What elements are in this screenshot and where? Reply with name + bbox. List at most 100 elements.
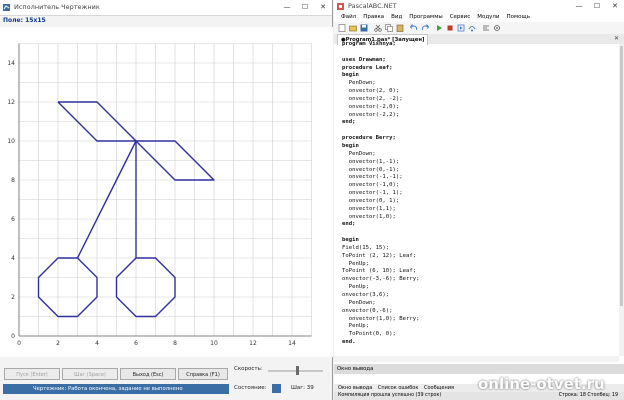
app-icon xyxy=(3,4,10,11)
open-folder-icon[interactable] xyxy=(349,24,357,32)
code-line: onvector(1,0); xyxy=(342,213,396,220)
code-line: onvector(1,-1); xyxy=(342,158,400,165)
x-tick-label: 14 xyxy=(288,340,296,347)
drawman-titlebar: Исполнитель Чертежник — ☐ ✕ xyxy=(0,0,332,16)
code-line: onvector(3,6); xyxy=(342,292,390,298)
watermark: online-otvet.ru xyxy=(478,375,605,393)
new-file-icon[interactable] xyxy=(338,24,346,32)
y-tick-label: 2 xyxy=(11,294,15,301)
code-line: onvector(-2,2); xyxy=(342,111,400,118)
ide-status-bar: Компиляция прошла успешно (39 строк) Стр… xyxy=(334,392,624,400)
code-line: onvector(-1,-1); xyxy=(342,174,403,181)
y-tick-label: 10 xyxy=(7,138,15,145)
redo-icon[interactable] xyxy=(421,24,429,32)
x-tick-label: 0 xyxy=(17,340,21,347)
code-line: onvector(-1,0); xyxy=(342,182,400,189)
step-button[interactable]: Шаг (Space) xyxy=(62,368,118,380)
cursor-position: Строка: 18 Столбец: 19 xyxy=(558,393,618,398)
state-indicator xyxy=(272,384,281,393)
menu-bar: Файл Правка Вид Программы Сервис Модули Помощь xyxy=(334,12,624,22)
code-line: ToPoint (2, 12); Leaf; xyxy=(342,252,417,259)
paste-icon[interactable] xyxy=(396,24,404,32)
code-line: PenUp; xyxy=(342,284,369,291)
menu-edit[interactable]: Правка xyxy=(363,14,384,20)
code-line: ToPoint(0, 0); xyxy=(342,331,396,338)
menu-help[interactable]: Помощь xyxy=(507,14,530,20)
debug-icon[interactable] xyxy=(457,24,465,32)
code-line: PenUp; xyxy=(342,323,369,330)
code-line: PenDown; xyxy=(342,150,376,157)
step-over-icon[interactable] xyxy=(468,24,476,32)
compile-status: Компиляция прошла успешно (39 строк) xyxy=(338,393,442,398)
copy-icon[interactable] xyxy=(385,24,393,32)
state-label: Состояние: xyxy=(234,385,267,391)
x-tick-label: 2 xyxy=(56,340,60,347)
x-tick-label: 6 xyxy=(134,340,138,347)
code-line: PenDown; xyxy=(342,299,376,306)
y-tick-label: 8 xyxy=(11,177,15,184)
undo-icon[interactable] xyxy=(410,24,418,32)
save-icon[interactable] xyxy=(360,24,368,32)
y-tick-label: 4 xyxy=(11,255,15,262)
ide-title: PascalABC.NET xyxy=(348,2,397,10)
code-line: procedure Berry; xyxy=(342,135,396,142)
code-line: begin xyxy=(342,142,359,149)
code-editor[interactable]: program Vishnya; uses Drawman; procedure … xyxy=(342,41,419,347)
menu-service[interactable]: Сервис xyxy=(450,14,471,20)
drawman-path-5 xyxy=(115,257,176,318)
settings-icon[interactable] xyxy=(493,24,501,32)
pascal-icon xyxy=(337,3,344,10)
code-line: onvector(0,-6); xyxy=(342,307,393,314)
minimize-button[interactable]: — xyxy=(278,0,296,15)
maximize-button[interactable]: ☐ xyxy=(296,0,314,15)
tab-errors[interactable]: Список ошибок xyxy=(378,385,418,391)
code-line: onvector(2, -2); xyxy=(342,95,403,102)
code-line: onvector(0, 1); xyxy=(342,197,400,204)
window-title: Исполнитель Чертежник xyxy=(14,3,100,11)
code-line: Field(15, 15); xyxy=(342,244,390,251)
y-tick-label: 14 xyxy=(7,60,15,67)
drawing-canvas: 0 2 4 6 8 10 12 14 0 2 4 6 8 10 12 14 xyxy=(0,27,333,357)
ide-minimize-button[interactable]: — xyxy=(570,0,588,12)
output-window-title: Окно вывода xyxy=(334,364,624,374)
tab-output[interactable]: Окно вывода xyxy=(338,385,372,391)
start-button[interactable]: Пуск (Enter) xyxy=(4,368,60,380)
menu-view[interactable]: Вид xyxy=(391,14,402,20)
close-button[interactable]: ✕ xyxy=(314,0,332,15)
exit-button[interactable]: Выход (Esc) xyxy=(120,368,176,380)
ide-maximize-button[interactable]: ☐ xyxy=(588,0,606,12)
x-tick-label: 12 xyxy=(249,340,257,347)
tab-messages[interactable]: Сообщения xyxy=(424,385,454,391)
speed-slider-thumb[interactable] xyxy=(296,366,299,375)
tab-close-icon[interactable]: ✕ xyxy=(614,34,619,44)
menu-file[interactable]: Файл xyxy=(341,14,356,20)
cut-icon[interactable] xyxy=(374,24,382,32)
x-tick-label: 4 xyxy=(95,340,99,347)
editor-vertical-scrollbar[interactable] xyxy=(619,44,624,356)
code-line: onvector(-3,-6); Berry; xyxy=(342,276,420,283)
stop-icon[interactable] xyxy=(446,24,454,32)
drawman-chart: 0 2 4 6 8 10 12 14 0 2 4 6 8 10 12 14 xyxy=(7,43,312,347)
code-line: procedure Leaf; xyxy=(342,64,393,71)
x-tick-label: 8 xyxy=(173,340,177,347)
code-line: uses Drawman; xyxy=(342,56,386,63)
drawman-path-3 xyxy=(37,257,98,318)
y-tick-label: 6 xyxy=(11,216,15,223)
ide-close-button[interactable]: ✕ xyxy=(606,0,624,12)
code-line: onvector(2, 0); xyxy=(342,88,400,95)
menu-programs[interactable]: Программы xyxy=(409,14,442,20)
speed-label: Скорость: xyxy=(234,366,263,372)
editor-horizontal-scrollbar[interactable] xyxy=(334,356,619,362)
help-button[interactable]: Справка (F1) xyxy=(178,368,228,380)
format-icon[interactable] xyxy=(482,24,490,32)
speed-slider[interactable] xyxy=(268,366,323,375)
menu-modules[interactable]: Модули xyxy=(477,14,499,20)
run-icon[interactable] xyxy=(435,24,443,32)
drawman-window: Исполнитель Чертежник — ☐ ✕ Поле: 15x15 … xyxy=(0,0,333,400)
code-line: begin xyxy=(342,237,359,244)
ide-window: PascalABC.NET — ☐ ✕ Файл Правка Вид Програм… xyxy=(334,0,624,400)
code-line: program Vishnya; xyxy=(342,41,396,47)
code-line: onvector(1,0); Berry; xyxy=(342,315,420,322)
